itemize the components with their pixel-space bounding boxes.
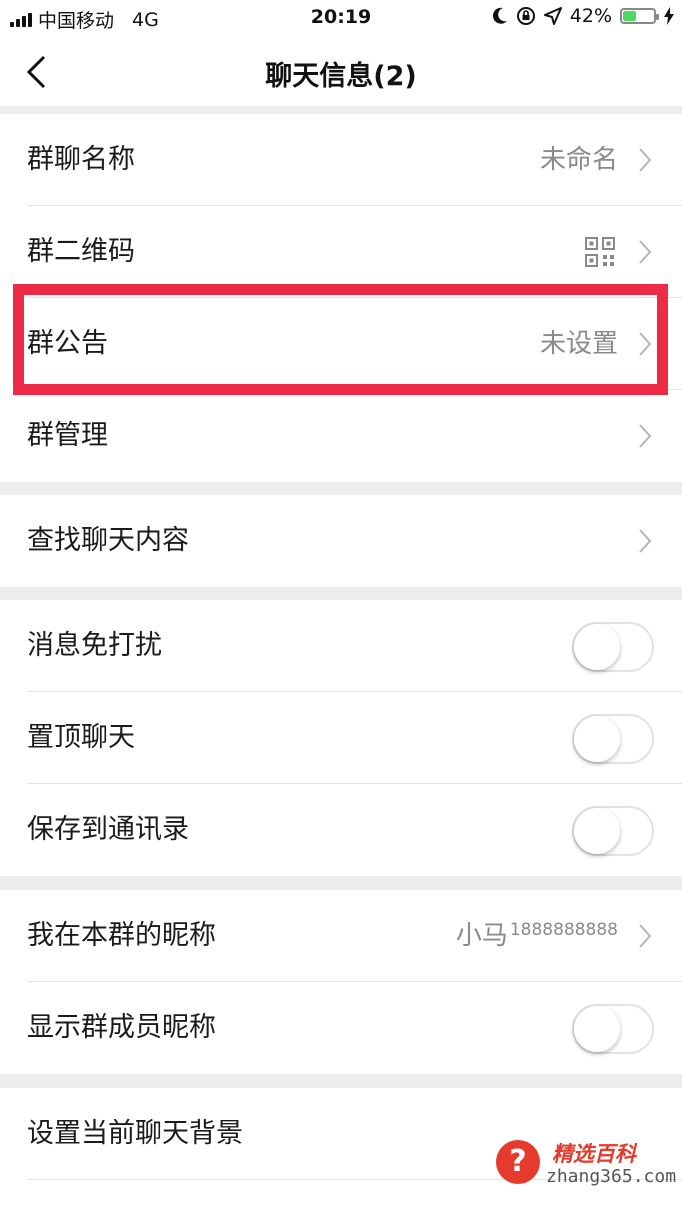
row-label: 查找聊天内容 <box>27 525 189 556</box>
row-label: 群公告 <box>27 328 108 359</box>
qr-code-icon <box>585 237 615 267</box>
show-member-nicknames-toggle[interactable] <box>572 1004 654 1054</box>
my-group-nickname-row[interactable]: 我在本群的昵称 小马 1888888888 <box>0 890 682 982</box>
group-info-section: 群聊名称 未命名 群二维码 群公告 未设置 群管理 <box>0 114 682 482</box>
chevron-right-icon <box>639 529 652 553</box>
row-label: 保存到通讯录 <box>27 814 189 845</box>
do-not-disturb-row: 消息免打扰 <box>0 600 682 692</box>
group-announcement-value: 未设置 <box>539 329 618 359</box>
chevron-right-icon <box>639 424 652 448</box>
watermark-title: 精选百科 <box>552 1142 636 1166</box>
save-to-contacts-row: 保存到通讯录 <box>0 784 682 876</box>
row-label: 群二维码 <box>27 236 135 267</box>
question-mark-icon: ? <box>496 1140 540 1184</box>
chevron-right-icon <box>639 924 652 948</box>
show-member-nicknames-row: 显示群成员昵称 <box>0 982 682 1074</box>
pin-chat-toggle[interactable] <box>572 714 654 764</box>
chevron-right-icon <box>639 148 652 172</box>
rotation-lock-icon <box>516 7 535 25</box>
group-management-row[interactable]: 群管理 <box>0 390 682 482</box>
row-label: 置顶聊天 <box>27 722 135 753</box>
group-announcement-row[interactable]: 群公告 未设置 <box>0 298 682 390</box>
group-name-value: 未命名 <box>539 145 618 175</box>
charging-bolt-icon <box>664 7 674 25</box>
row-label: 显示群成员昵称 <box>27 1012 216 1043</box>
moon-icon <box>492 7 507 24</box>
save-to-contacts-toggle[interactable] <box>572 806 654 856</box>
location-arrow-icon <box>543 7 562 25</box>
nickname-section: 我在本群的昵称 小马 1888888888 显示群成员昵称 <box>0 890 682 1074</box>
do-not-disturb-toggle[interactable] <box>572 622 654 672</box>
status-bar: 中国移动 4G 20:19 42% <box>0 0 682 36</box>
row-label: 我在本群的昵称 <box>27 920 216 951</box>
pin-chat-row: 置顶聊天 <box>0 692 682 784</box>
row-label: 群聊名称 <box>27 144 135 175</box>
row-label: 群管理 <box>27 420 108 451</box>
battery-icon <box>620 8 659 24</box>
search-section: 查找聊天内容 <box>0 495 682 587</box>
watermark-url: zhang365.com <box>546 1166 677 1187</box>
chevron-right-icon <box>639 240 652 264</box>
row-label: 消息免打扰 <box>27 630 162 661</box>
page-title: 聊天信息(2) <box>265 61 417 92</box>
chat-settings-section: 消息免打扰 置顶聊天 保存到通讯录 <box>0 600 682 876</box>
chevron-right-icon <box>639 332 652 356</box>
navigation-bar: 聊天信息(2) <box>0 36 682 106</box>
row-label: 设置当前聊天背景 <box>27 1118 243 1149</box>
search-chat-content-row[interactable]: 查找聊天内容 <box>0 495 682 587</box>
group-name-row[interactable]: 群聊名称 未命名 <box>0 114 682 206</box>
group-qr-code-row[interactable]: 群二维码 <box>0 206 682 298</box>
site-watermark: ? 精选百科 zhang365.com <box>494 1136 682 1196</box>
my-nickname-value: 小马 1888888888 <box>455 920 618 951</box>
battery-percent: 42% <box>569 5 612 27</box>
